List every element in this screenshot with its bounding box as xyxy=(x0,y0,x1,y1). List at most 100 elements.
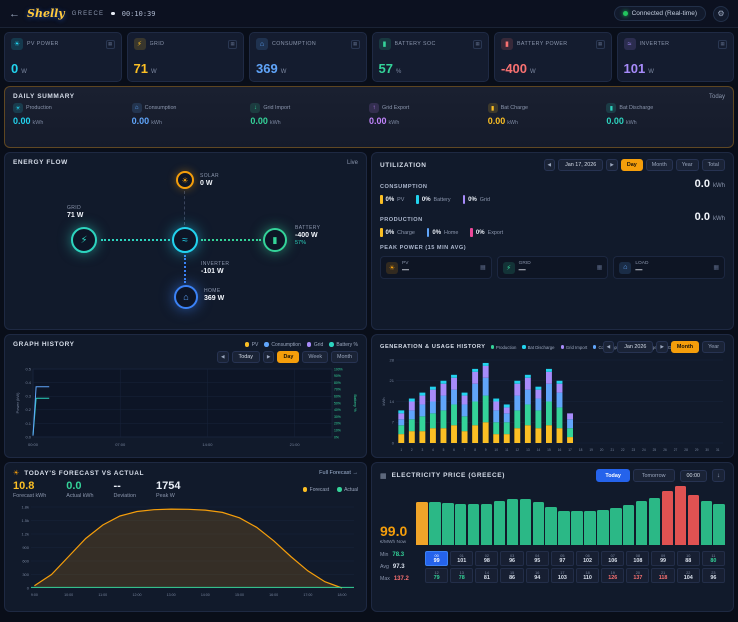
price-cell-hour-12[interactable]: 1279 xyxy=(425,568,448,583)
forecast-legend-actual[interactable]: Actual xyxy=(337,487,358,493)
price-cell-hour-19[interactable]: 19126 xyxy=(601,568,624,583)
utilization-range-total[interactable]: Total xyxy=(702,159,725,171)
generation-legend-grid-import[interactable]: Grid Import xyxy=(561,345,588,350)
svg-text:25: 25 xyxy=(653,448,657,452)
price-cell-hour-22[interactable]: 22104 xyxy=(677,568,700,583)
kpi-unit: W xyxy=(648,69,654,75)
graph-history-legend-grid[interactable]: Grid xyxy=(307,342,323,348)
battery-icon: ▮ xyxy=(501,38,513,50)
solar-node[interactable]: ☀ xyxy=(176,171,194,189)
graph-history-range-day[interactable]: Day xyxy=(277,351,299,363)
utilization-range-year[interactable]: Year xyxy=(676,159,699,171)
price-cell-hour-23[interactable]: 2396 xyxy=(702,568,725,583)
graph-history-date-chip[interactable]: Today xyxy=(232,351,260,363)
generation-legend-production[interactable]: Production xyxy=(491,345,517,350)
utilization-date-chip[interactable]: Jan 17, 2026 xyxy=(558,159,603,171)
price-bar-hour-22 xyxy=(701,501,712,545)
svg-text:30%: 30% xyxy=(334,415,341,419)
graph-history-legend-pv[interactable]: PV xyxy=(245,342,259,348)
svg-text:30: 30 xyxy=(705,448,709,452)
full-forecast-link[interactable]: Full Forecast → xyxy=(319,470,358,476)
battery-icon: ▮ xyxy=(488,103,498,113)
utilization-range-day[interactable]: Day xyxy=(621,159,643,171)
kpi-card-consumption[interactable]: ⌂CONSUMPTION▦369W xyxy=(249,32,367,82)
graph-history-legend-consumption[interactable]: Consumption xyxy=(264,342,300,348)
price-cell-hour-04[interactable]: 0495 xyxy=(526,551,549,566)
graph-history-range-month[interactable]: Month xyxy=(331,351,358,363)
peak-tile-grid[interactable]: ⚡GRID—▦ xyxy=(497,256,609,279)
svg-text:15: 15 xyxy=(547,448,551,452)
generation-date-chip[interactable]: Jan 2026 xyxy=(617,341,653,353)
price-cell-hour-10[interactable]: 1088 xyxy=(677,551,700,566)
generation-range-month[interactable]: Month xyxy=(671,341,699,353)
kpi-detail-icon[interactable]: ▦ xyxy=(228,40,237,49)
generation-legend-bat-discharge[interactable]: Bat Discharge xyxy=(522,345,554,350)
connection-status-badge: Connected (Real-time) xyxy=(614,6,706,21)
kpi-detail-icon[interactable]: ▦ xyxy=(106,40,115,49)
price-cell-hour-09[interactable]: 0999 xyxy=(651,551,674,566)
utilization-prev-button[interactable]: ◀ xyxy=(544,159,556,171)
kpi-detail-icon[interactable]: ▦ xyxy=(596,40,605,49)
grid-node[interactable]: ⚡ xyxy=(71,227,97,253)
kpi-card-grid[interactable]: ⚡GRID▦71W xyxy=(127,32,245,82)
price-cell-hour-03[interactable]: 0396 xyxy=(500,551,523,566)
forecast-legend-forecast[interactable]: Forecast xyxy=(303,487,329,493)
kpi-detail-icon[interactable]: ▦ xyxy=(473,40,482,49)
home-node[interactable]: ⌂ xyxy=(174,285,198,309)
peak-tile-pv[interactable]: ☀PV—▦ xyxy=(380,256,492,279)
graph-history-range-week[interactable]: Week xyxy=(302,351,328,363)
price-cell-hour-02[interactable]: 0298 xyxy=(475,551,498,566)
price-cell-hour-17[interactable]: 17103 xyxy=(551,568,574,583)
back-button[interactable]: ← xyxy=(9,8,20,20)
generation-range-year[interactable]: Year xyxy=(702,341,725,353)
price-cell-hour-11[interactable]: 1180 xyxy=(702,551,725,566)
utilization-range-month[interactable]: Month xyxy=(646,159,673,171)
generation-prev-button[interactable]: ◀ xyxy=(603,341,615,353)
settings-gear-icon[interactable]: ⚙ xyxy=(713,6,729,22)
mini-chart-icon[interactable]: ▦ xyxy=(480,264,486,271)
svg-text:13:00: 13:00 xyxy=(167,593,176,597)
svg-text:13: 13 xyxy=(526,448,530,452)
svg-text:70%: 70% xyxy=(334,388,341,392)
graph-history-prev-button[interactable]: ◀ xyxy=(217,351,229,363)
download-icon[interactable]: ↓ xyxy=(712,469,725,482)
mini-chart-icon[interactable]: ▦ xyxy=(597,264,603,271)
price-cell-hour-20[interactable]: 20137 xyxy=(626,568,649,583)
house-icon: ⌂ xyxy=(132,103,142,113)
price-cell-hour-07[interactable]: 07106 xyxy=(601,551,624,566)
svg-text:7: 7 xyxy=(464,448,466,452)
price-cell-hour-21[interactable]: 21118 xyxy=(651,568,674,583)
inverter-node[interactable]: ≈ xyxy=(172,227,198,253)
price-cell-hour-14[interactable]: 1481 xyxy=(475,568,498,583)
svg-text:28: 28 xyxy=(390,357,395,362)
price-tab-tomorrow[interactable]: Tomorrow xyxy=(633,469,675,482)
price-cell-hour-06[interactable]: 06102 xyxy=(576,551,599,566)
generation-next-button[interactable]: ▶ xyxy=(656,341,668,353)
graph-history-next-button[interactable]: ▶ xyxy=(263,351,275,363)
price-cell-hour-01[interactable]: 01101 xyxy=(450,551,473,566)
svg-text:00:00: 00:00 xyxy=(28,442,39,447)
price-cell-hour-08[interactable]: 08108 xyxy=(626,551,649,566)
battery-node[interactable]: ▮ xyxy=(263,228,287,252)
kpi-card-inverter[interactable]: ≈INVERTER▦101W xyxy=(617,32,735,82)
mini-chart-icon[interactable]: ▦ xyxy=(713,264,719,271)
inverter-home-line xyxy=(184,255,186,283)
price-cell-hour-16[interactable]: 1694 xyxy=(526,568,549,583)
price-cell-hour-13[interactable]: 1378 xyxy=(450,568,473,583)
svg-text:18: 18 xyxy=(579,448,583,452)
svg-text:0%: 0% xyxy=(334,435,339,439)
kpi-card-pv-power[interactable]: ☀PV POWER▦0W xyxy=(4,32,122,82)
peak-tile-load[interactable]: ⌂LOAD—▦ xyxy=(613,256,725,279)
price-cell-hour-15[interactable]: 1586 xyxy=(500,568,523,583)
price-cell-hour-00[interactable]: 0099 xyxy=(425,551,448,566)
kpi-detail-icon[interactable]: ▦ xyxy=(351,40,360,49)
graph-history-legend-battery[interactable]: Battery % xyxy=(329,342,358,348)
price-cell-hour-05[interactable]: 0597 xyxy=(551,551,574,566)
price-tab-today[interactable]: Today xyxy=(596,469,629,482)
kpi-card-battery-power[interactable]: ▮BATTERY POWER▦-400W xyxy=(494,32,612,82)
price-cell-hour-18[interactable]: 18110 xyxy=(576,568,599,583)
svg-text:0.0: 0.0 xyxy=(25,434,31,439)
kpi-detail-icon[interactable]: ▦ xyxy=(718,40,727,49)
kpi-card-battery-soc[interactable]: ▮BATTERY SOC▦57% xyxy=(372,32,490,82)
utilization-next-button[interactable]: ▶ xyxy=(606,159,618,171)
